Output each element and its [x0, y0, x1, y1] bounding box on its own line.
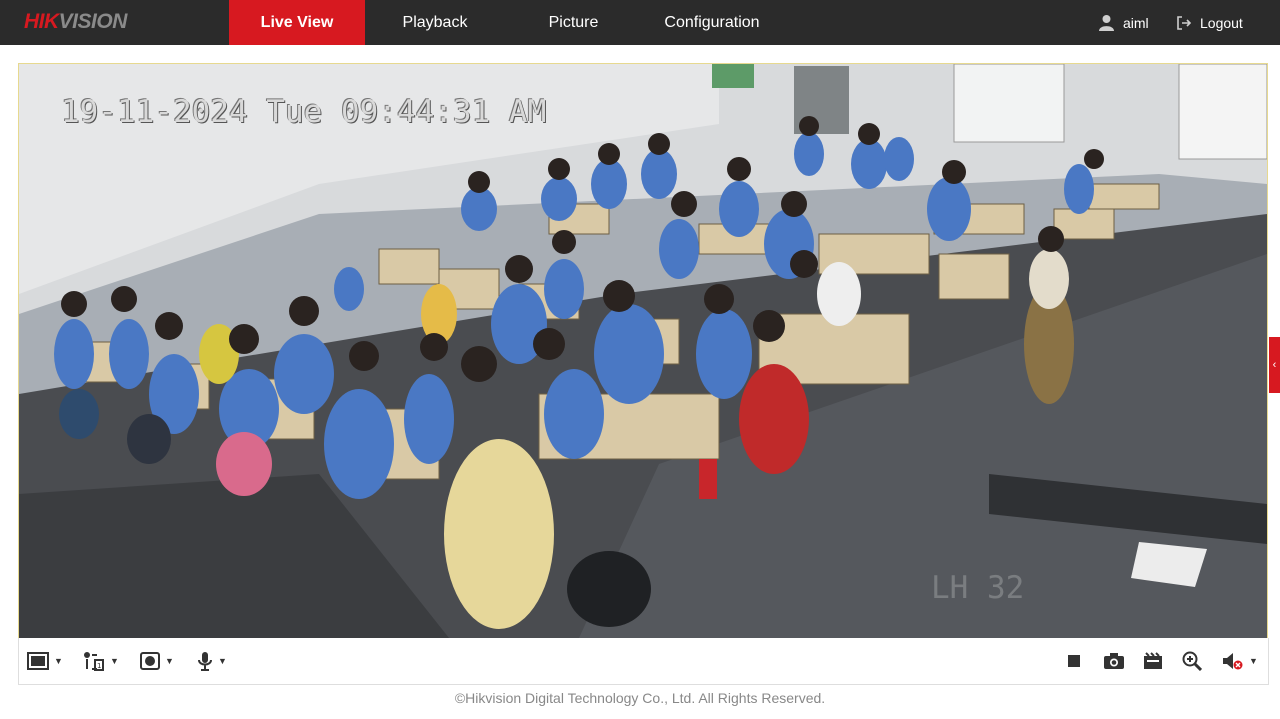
window-layout-button[interactable]: ▼	[27, 650, 63, 672]
microphone-icon	[198, 652, 212, 671]
zoom-in-icon	[1182, 651, 1202, 671]
stop-live-view-button[interactable]	[1067, 650, 1081, 672]
logo-vision-text: VISION	[58, 10, 128, 33]
camera-icon	[1104, 653, 1124, 669]
camera-feed-image	[19, 64, 1267, 638]
osd-datetime: 19-11-2024 Tue 09:44:31 AM	[61, 94, 547, 130]
hikvision-logo: HIKVISION	[24, 10, 127, 34]
record-icon	[1144, 652, 1162, 669]
logout-label: Logout	[1200, 14, 1243, 31]
side-panel-toggle[interactable]: ‹	[1269, 337, 1280, 393]
chevron-down-icon: ▼	[54, 656, 63, 666]
current-user[interactable]: aiml	[1098, 0, 1149, 45]
stream-type-button[interactable]: 1 ▼	[83, 650, 119, 672]
plugin-icon	[140, 652, 160, 670]
copyright-footer: ©Hikvision Digital Technology Co., Ltd. …	[454, 690, 826, 706]
digital-zoom-button[interactable]	[1182, 650, 1202, 672]
chevron-down-icon: ▼	[218, 656, 227, 666]
tab-live-view[interactable]: Live View	[229, 0, 365, 45]
plugin-button[interactable]: ▼	[140, 650, 174, 672]
stop-icon	[1068, 655, 1080, 667]
username-label: aiml	[1123, 14, 1149, 31]
logout-icon	[1177, 15, 1192, 30]
two-way-audio-button[interactable]: ▼	[197, 650, 227, 672]
user-icon	[1099, 15, 1114, 31]
chevron-down-icon: ▼	[1249, 656, 1258, 666]
tab-playback[interactable]: Playback	[365, 0, 505, 45]
live-view-toolbar: ▼ 1 ▼ ▼ ▼ ▼	[18, 638, 1269, 685]
stream-type-icon: 1	[84, 652, 104, 671]
speaker-muted-icon	[1223, 653, 1243, 670]
svg-text:1: 1	[97, 662, 101, 670]
chevron-down-icon: ▼	[110, 656, 119, 666]
live-video-view[interactable]: 19-11-2024 Tue 09:44:31 AM LH 32	[18, 63, 1268, 639]
capture-button[interactable]	[1103, 650, 1125, 672]
top-navigation-bar: HIKVISION Live View Playback Picture Con…	[0, 0, 1280, 45]
chevron-down-icon: ▼	[165, 656, 174, 666]
logo-hik-text: HIK	[24, 10, 59, 33]
audio-button[interactable]: ▼	[1222, 650, 1258, 672]
record-button[interactable]	[1143, 650, 1163, 672]
window-layout-icon	[27, 652, 49, 670]
tab-picture[interactable]: Picture	[505, 0, 642, 45]
tab-configuration[interactable]: Configuration	[642, 0, 782, 45]
logout-button[interactable]: Logout	[1176, 0, 1243, 45]
osd-channel-name: LH 32	[931, 570, 1025, 606]
